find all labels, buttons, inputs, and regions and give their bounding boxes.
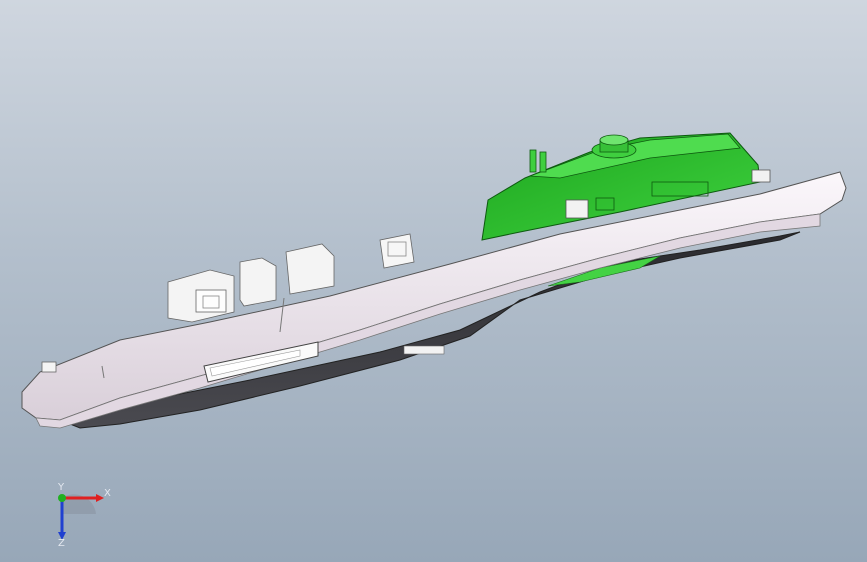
x-axis-label: X: [104, 488, 111, 499]
housing-shell[interactable]: [21, 171, 847, 421]
housing-side-band: [35, 213, 821, 429]
z-axis-label: Z: [58, 538, 65, 548]
y-axis-label: Y: [57, 482, 65, 493]
tip-clip[interactable]: [41, 361, 57, 373]
connector-block-middle[interactable]: [239, 243, 335, 307]
cad-viewport[interactable]: X Y Z: [0, 0, 867, 562]
underside-tab[interactable]: [403, 345, 445, 355]
x-arrow-head: [96, 494, 104, 502]
connector-block-left[interactable]: [167, 269, 235, 323]
connector-block-right[interactable]: [379, 233, 415, 269]
3d-model-view[interactable]: [0, 0, 867, 562]
y-axis-dot: [58, 494, 66, 502]
coordinate-triad: X Y Z: [57, 482, 111, 548]
